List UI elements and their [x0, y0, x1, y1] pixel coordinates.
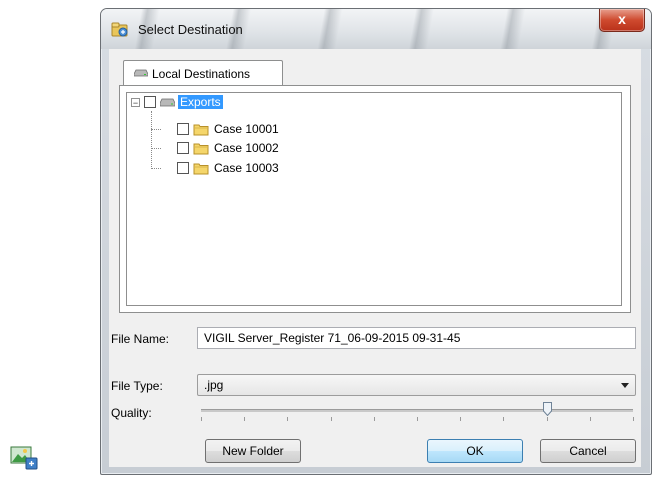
- slider-tick: [503, 417, 504, 421]
- case-10003-checkbox[interactable]: [177, 162, 189, 174]
- cancel-button[interactable]: Cancel: [540, 439, 636, 463]
- case-10001-checkbox[interactable]: [177, 123, 189, 135]
- quality-label: Quality:: [111, 406, 152, 420]
- file-name-input[interactable]: VIGIL Server_Register 71_06-09-2015 09-3…: [197, 327, 636, 349]
- slider-tick: [547, 417, 548, 421]
- tree-node-label[interactable]: Case 10003: [212, 161, 281, 175]
- file-type-select[interactable]: .jpg: [197, 374, 636, 396]
- slider-tick: [590, 417, 591, 421]
- ok-button[interactable]: OK: [427, 439, 523, 463]
- tree-node-label[interactable]: Case 10002: [212, 141, 281, 155]
- file-type-value: .jpg: [204, 378, 224, 392]
- slider-tick: [244, 417, 245, 421]
- folder-icon: [193, 124, 209, 135]
- tab-panel: − Exports Case 10001 Case 10002 Case 100…: [119, 85, 631, 313]
- close-button[interactable]: x: [599, 9, 645, 32]
- chevron-down-icon[interactable]: [621, 383, 629, 388]
- drive-icon: [160, 98, 175, 106]
- tree-connector: [151, 111, 152, 169]
- destination-tree[interactable]: − Exports Case 10001 Case 10002 Case 100…: [126, 92, 622, 306]
- title-bar[interactable]: Select Destination x: [101, 9, 651, 49]
- slider-tick: [417, 417, 418, 421]
- tree-connector: [151, 129, 161, 130]
- slider-tick: [201, 417, 202, 421]
- new-folder-button[interactable]: New Folder: [205, 439, 301, 463]
- slider-tick: [331, 417, 332, 421]
- drive-icon: [134, 69, 148, 77]
- select-destination-dialog: Select Destination x Local Destinations …: [100, 8, 652, 475]
- slider-tick: [460, 417, 461, 421]
- slider-tick: [374, 417, 375, 421]
- slider-thumb[interactable]: [542, 402, 552, 416]
- tree-node-case-10003[interactable]: Case 10003: [177, 159, 281, 177]
- folder-icon: [193, 163, 209, 174]
- tree-connector: [151, 168, 161, 169]
- slider-tick: [287, 417, 288, 421]
- tab-label: Local Destinations: [152, 67, 251, 81]
- tree-node-label[interactable]: Case 10001: [212, 122, 281, 136]
- destination-folder-icon: [111, 22, 128, 37]
- window-title: Select Destination: [138, 22, 243, 37]
- close-icon: x: [618, 11, 626, 27]
- tree-node-exports[interactable]: − Exports: [131, 93, 223, 111]
- tree-node-case-10002[interactable]: Case 10002: [177, 139, 281, 157]
- slider-tick: [633, 417, 634, 421]
- file-name-label: File Name:: [111, 332, 170, 346]
- folder-icon: [193, 143, 209, 154]
- slider-track[interactable]: [201, 409, 633, 412]
- file-type-label: File Type:: [111, 379, 163, 393]
- tree-node-label[interactable]: Exports: [178, 95, 223, 109]
- tree-node-case-10001[interactable]: Case 10001: [177, 120, 281, 138]
- collapse-toggle[interactable]: −: [131, 97, 140, 107]
- case-10002-checkbox[interactable]: [177, 142, 189, 154]
- tab-local-destinations[interactable]: Local Destinations: [123, 60, 283, 87]
- dialog-body: Local Destinations − Exports Case 10001 …: [109, 49, 641, 467]
- exports-checkbox[interactable]: [144, 96, 156, 108]
- tree-connector: [151, 148, 161, 149]
- image-export-icon[interactable]: [10, 444, 38, 470]
